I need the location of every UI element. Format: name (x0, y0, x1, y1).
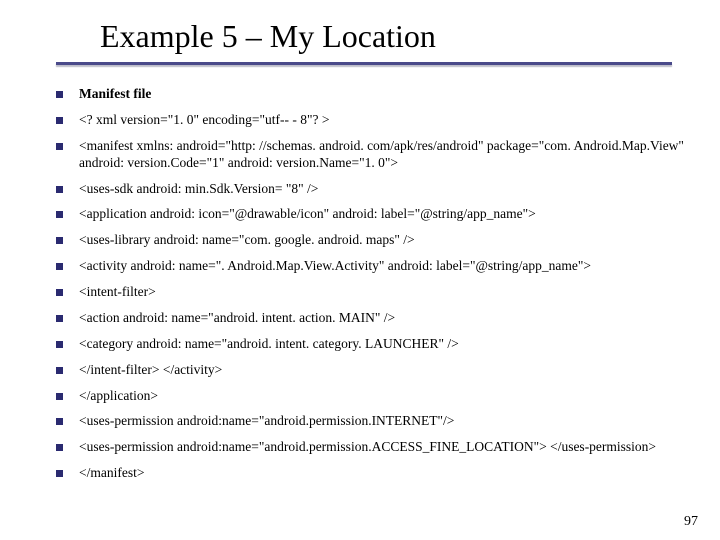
bullet-icon (56, 186, 63, 193)
list-item: <action android: name="android. intent. … (56, 310, 690, 327)
list-item-text: <manifest xmlns: android="http: //schema… (79, 138, 690, 172)
title-underline (56, 62, 672, 65)
list-item-text: </application> (79, 388, 690, 405)
list-item-text: Manifest file (79, 86, 690, 103)
bullet-icon (56, 143, 63, 150)
bullet-icon (56, 263, 63, 270)
list-item-text: </intent‐filter> </activity> (79, 362, 690, 379)
list-item: Manifest file (56, 86, 690, 103)
list-item-text: <activity android: name=". Android.Map.V… (79, 258, 690, 275)
list-item-text: <uses‐permission android:name="android.p… (79, 439, 690, 456)
list-item: <activity android: name=". Android.Map.V… (56, 258, 690, 275)
bullet-icon (56, 444, 63, 451)
list-item-text: <? xml version="1. 0" encoding="utf-- - … (79, 112, 690, 129)
bullet-icon (56, 211, 63, 218)
list-item-text: <uses‐permission android:name="android.p… (79, 413, 690, 430)
bullet-icon (56, 237, 63, 244)
list-item-text: </manifest> (79, 465, 690, 482)
list-item-text: <action android: name="android. intent. … (79, 310, 690, 327)
list-item-text: <category android: name="android. intent… (79, 336, 690, 353)
list-item-text: <intent‐filter> (79, 284, 690, 301)
bullet-icon (56, 393, 63, 400)
list-item: <uses‐permission android:name="android.p… (56, 439, 690, 456)
bullet-icon (56, 315, 63, 322)
list-item: </intent‐filter> </activity> (56, 362, 690, 379)
list-item-text: <uses‐library android: name="com. google… (79, 232, 690, 249)
list-item: <uses‐sdk android: min.Sdk.Version= "8" … (56, 181, 690, 198)
list-item: <manifest xmlns: android="http: //schema… (56, 138, 690, 172)
list-item: <application android: icon="@drawable/ic… (56, 206, 690, 223)
list-item: <? xml version="1. 0" encoding="utf-- - … (56, 112, 690, 129)
bullet-icon (56, 341, 63, 348)
bullet-icon (56, 91, 63, 98)
list-item: </application> (56, 388, 690, 405)
list-item-text: <application android: icon="@drawable/ic… (79, 206, 690, 223)
list-item: <uses‐permission android:name="android.p… (56, 413, 690, 430)
slide-title: Example 5 – My Location (100, 18, 436, 55)
list-item: <category android: name="android. intent… (56, 336, 690, 353)
list-item: <intent‐filter> (56, 284, 690, 301)
bullet-icon (56, 117, 63, 124)
list-item-text: <uses‐sdk android: min.Sdk.Version= "8" … (79, 181, 690, 198)
bullet-icon (56, 470, 63, 477)
list-item: <uses‐library android: name="com. google… (56, 232, 690, 249)
page-number: 97 (684, 514, 698, 530)
list-item: </manifest> (56, 465, 690, 482)
bullet-icon (56, 367, 63, 374)
bullet-icon (56, 418, 63, 425)
bullet-icon (56, 289, 63, 296)
content-list: Manifest file <? xml version="1. 0" encod… (56, 86, 690, 491)
